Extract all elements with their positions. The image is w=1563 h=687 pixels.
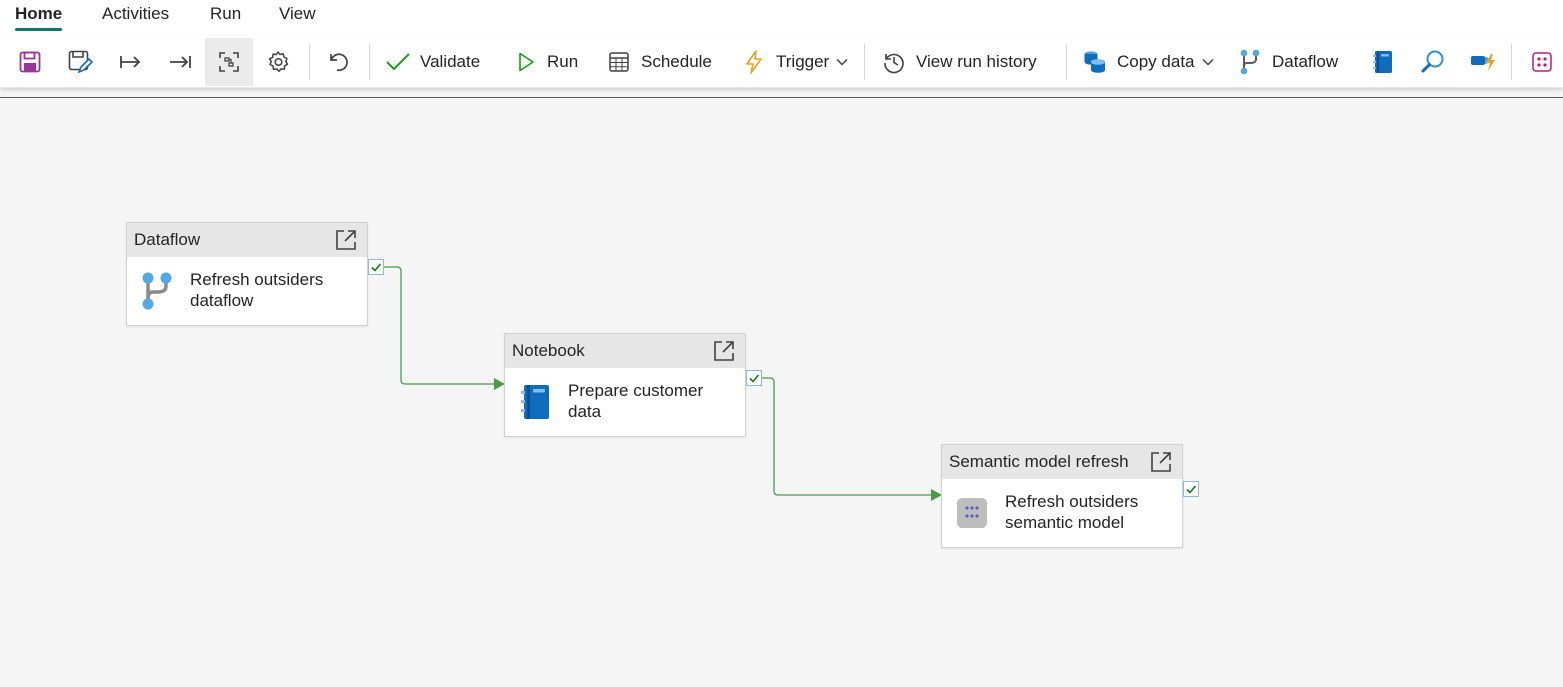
activity-card-semantic-model-refresh[interactable]: Semantic model refresh Refresh outsiders… xyxy=(941,444,1183,548)
activity-name: Prepare customer data xyxy=(568,381,704,421)
connector-dataflow-to-notebook xyxy=(384,266,495,385)
open-external-icon[interactable] xyxy=(712,339,736,363)
open-external-icon[interactable] xyxy=(1149,450,1173,474)
activity-card-notebook[interactable]: Notebook Prepare customer data xyxy=(504,333,746,437)
checkmark-icon xyxy=(1186,485,1197,494)
pipeline-connectors xyxy=(384,266,942,501)
success-output-handle[interactable] xyxy=(368,259,384,275)
semantic-model-icon xyxy=(952,491,992,535)
activity-type: Semantic model refresh xyxy=(949,452,1129,471)
connector-notebook-to-semantic-model xyxy=(762,377,932,496)
success-output-handle[interactable] xyxy=(1183,481,1199,497)
checkmark-icon xyxy=(371,263,382,272)
activity-type: Dataflow xyxy=(134,230,201,249)
dataflow-icon xyxy=(137,269,177,313)
activity-card-dataflow[interactable]: Dataflow Refresh outsiders dataflow xyxy=(126,222,368,326)
activity-name: Refresh outsiders dataflow xyxy=(190,270,324,310)
activity-card-header: Dataflow xyxy=(127,223,367,257)
activity-name: Refresh outsiders semantic model xyxy=(1005,492,1139,532)
success-output-handle[interactable] xyxy=(746,370,762,386)
activity-type: Notebook xyxy=(512,341,585,360)
activity-card-header: Notebook xyxy=(505,334,745,368)
notebook-icon xyxy=(515,380,555,424)
open-external-icon[interactable] xyxy=(334,228,358,252)
activity-card-header: Semantic model refresh xyxy=(942,445,1182,479)
checkmark-icon xyxy=(749,374,760,383)
